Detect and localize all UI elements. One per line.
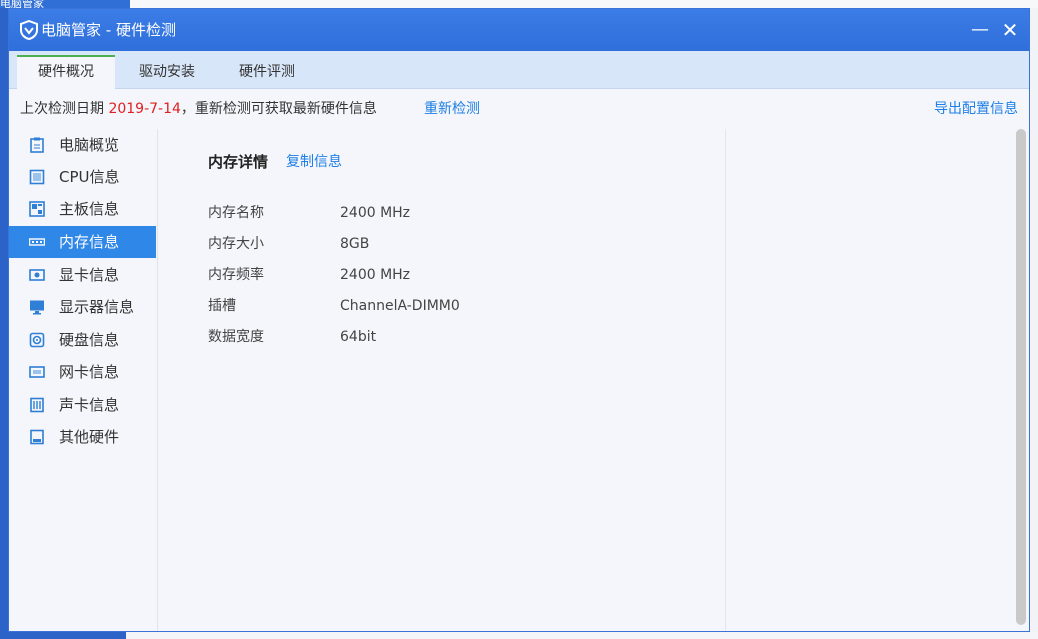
minimize-button[interactable]: — xyxy=(967,17,993,43)
detail-value: 64bit xyxy=(340,329,377,345)
copy-info-link[interactable]: 复制信息 xyxy=(286,152,342,172)
sidebar-item-label: 内存信息 xyxy=(59,233,120,251)
background-bottom-bar xyxy=(0,632,1038,639)
last-check-text: 上次检测日期 2019-7-14，重新检测可获取最新硬件信息 xyxy=(20,100,377,118)
background-topbar xyxy=(0,0,1038,8)
sidebar-item-label: CPU信息 xyxy=(59,168,120,186)
sidebar-item-network[interactable]: 网卡信息 xyxy=(9,356,156,388)
background-sidebar-strip xyxy=(0,8,8,639)
detail-value: 8GB xyxy=(340,236,370,252)
tab-hardware-overview[interactable]: 硬件概况 xyxy=(17,55,115,89)
detail-value: ChannelA-DIMM0 xyxy=(340,298,460,314)
tab-bar: 硬件概况 驱动安装 硬件评测 xyxy=(9,51,1029,89)
info-bar: 上次检测日期 2019-7-14，重新检测可获取最新硬件信息 重新检测 导出配置… xyxy=(9,89,1029,129)
detail-key: 内存大小 xyxy=(208,236,264,252)
detail-value: 2400 MHz xyxy=(340,267,411,283)
background-bottom-left xyxy=(0,632,126,639)
detail-key: 插槽 xyxy=(208,298,236,314)
last-check-date: 2019-7-14 xyxy=(108,101,181,117)
detail-value: 2400 MHz xyxy=(340,205,411,221)
close-button[interactable]: ✕ xyxy=(997,17,1023,43)
last-check-prefix: 上次检测日期 xyxy=(20,101,109,117)
sidebar-item-label: 硬盘信息 xyxy=(59,331,120,349)
scrollbar-thumb[interactable] xyxy=(1016,129,1026,625)
motherboard-icon xyxy=(29,201,45,217)
cpu-icon xyxy=(29,169,45,185)
sidebar-item-label: 电脑概览 xyxy=(59,136,120,154)
detail-key: 内存频率 xyxy=(208,267,264,283)
sidebar-item-label: 网卡信息 xyxy=(59,363,120,381)
sidebar-item-label: 声卡信息 xyxy=(59,396,120,414)
disk-icon xyxy=(29,332,45,348)
last-check-suffix: ，重新检测可获取最新硬件信息 xyxy=(180,101,377,117)
right-pane-divider xyxy=(725,129,726,631)
sidebar: 电脑概览 CPU信息 主板信息 内存信息 显卡信息 显示器信息 硬盘信息 网卡信… xyxy=(9,129,158,631)
sidebar-item-label: 主板信息 xyxy=(59,200,120,218)
graphics-card-icon xyxy=(29,269,45,281)
other-hardware-icon xyxy=(30,429,44,445)
detail-title: 内存详情 xyxy=(208,153,269,171)
hardware-detection-window: 电脑管家 - 硬件检测 — ✕ 硬件概况 驱动安装 硬件评测 上次检测日期 20… xyxy=(8,8,1030,632)
sidebar-item-cpu[interactable]: CPU信息 xyxy=(9,161,156,193)
sidebar-item-monitor[interactable]: 显示器信息 xyxy=(9,291,156,323)
sidebar-item-label: 其他硬件 xyxy=(59,428,120,446)
sidebar-item-disk[interactable]: 硬盘信息 xyxy=(9,324,156,356)
memory-icon xyxy=(29,238,45,246)
detail-key: 内存名称 xyxy=(208,205,264,221)
sidebar-item-other[interactable]: 其他硬件 xyxy=(9,421,156,453)
detail-key: 数据宽度 xyxy=(208,329,264,345)
clipboard-icon xyxy=(30,137,44,153)
sidebar-item-motherboard[interactable]: 主板信息 xyxy=(9,193,156,225)
tab-hardware-benchmark[interactable]: 硬件评测 xyxy=(217,55,317,89)
sidebar-item-label: 显卡信息 xyxy=(59,266,120,284)
sidebar-item-pc-overview[interactable]: 电脑概览 xyxy=(9,129,156,161)
sidebar-item-sound[interactable]: 声卡信息 xyxy=(9,389,156,421)
title-bar[interactable]: 电脑管家 - 硬件检测 — ✕ xyxy=(9,9,1029,51)
sidebar-item-memory[interactable]: 内存信息 xyxy=(9,226,156,258)
export-config-link[interactable]: 导出配置信息 xyxy=(934,100,1018,118)
window-title: 电脑管家 - 硬件检测 xyxy=(41,21,176,39)
sidebar-item-graphics[interactable]: 显卡信息 xyxy=(9,259,156,291)
network-card-icon xyxy=(29,366,45,378)
memory-detail-panel: 内存详情 复制信息 内存名称 2400 MHz 内存大小 8GB 内存频率 24… xyxy=(158,129,725,631)
tab-driver-install[interactable]: 驱动安装 xyxy=(117,55,217,89)
sidebar-item-label: 显示器信息 xyxy=(59,298,135,316)
recheck-link[interactable]: 重新检测 xyxy=(424,100,480,118)
background-app-title: 电脑管家 xyxy=(0,0,130,8)
monitor-icon xyxy=(30,300,44,315)
shield-logo-icon xyxy=(20,20,38,40)
sound-card-icon xyxy=(30,397,44,413)
vertical-scrollbar[interactable] xyxy=(1016,129,1026,629)
